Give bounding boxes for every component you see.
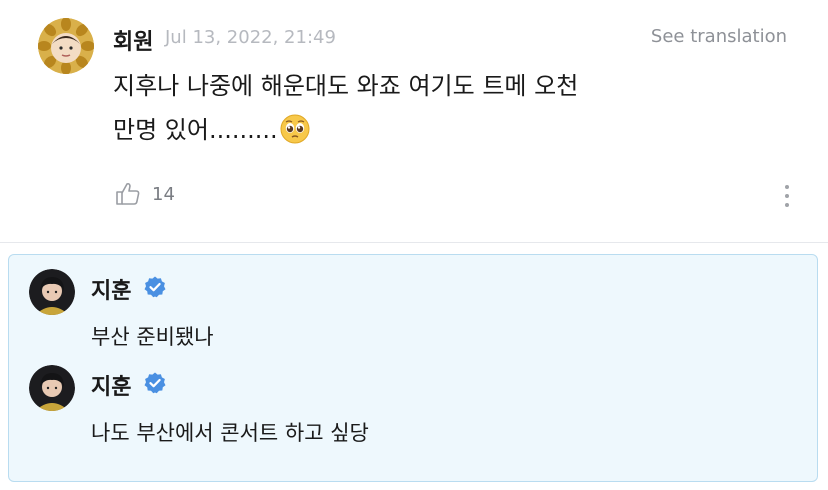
post-text-line-1: 지후나 나중에 해운대도 와죠 여기도 트메 오천 — [113, 72, 579, 100]
artist-avatar[interactable] — [29, 365, 75, 411]
reply-author[interactable]: 지훈 — [91, 273, 131, 305]
verified-badge-icon — [144, 372, 166, 394]
see-translation-link[interactable]: See translation — [651, 26, 787, 47]
reply-item: 지훈 나도 부산에서 콘서트 하고 싶당 — [9, 351, 817, 451]
reply-author[interactable]: 지훈 — [91, 369, 131, 401]
like-count: 14 — [152, 184, 175, 205]
member-avatar[interactable] — [38, 18, 94, 74]
artist-replies-panel: 지훈 부산 준비됐나 지훈 나도 부산에서 콘서트 하고 싶당 — [8, 254, 818, 482]
verified-badge-icon — [144, 276, 166, 298]
post-body: 지후나 나중에 해운대도 와죠 여기도 트메 오천 만명 있어......... — [113, 64, 673, 152]
comment-post: 회원 Jul 13, 2022, 21:49 See translation 지… — [0, 0, 828, 243]
reply-text: 부산 준비됐나 — [91, 325, 214, 349]
like-button[interactable] — [114, 180, 142, 208]
post-author[interactable]: 회원 — [113, 24, 153, 56]
reply-item: 지훈 부산 준비됐나 — [9, 255, 817, 355]
post-text-line-2-text: 만명 있어......... — [113, 116, 278, 144]
artist-avatar[interactable] — [29, 269, 75, 315]
reply-text: 나도 부산에서 콘서트 하고 싶당 — [91, 421, 369, 445]
post-timestamp: Jul 13, 2022, 21:49 — [165, 27, 336, 48]
post-text-line-2: 만명 있어......... — [113, 108, 673, 152]
more-options-button[interactable] — [778, 182, 796, 210]
more-vertical-icon — [785, 185, 789, 207]
thumbs-up-icon — [116, 182, 140, 205]
pleading-face-emoji-icon — [280, 114, 310, 144]
